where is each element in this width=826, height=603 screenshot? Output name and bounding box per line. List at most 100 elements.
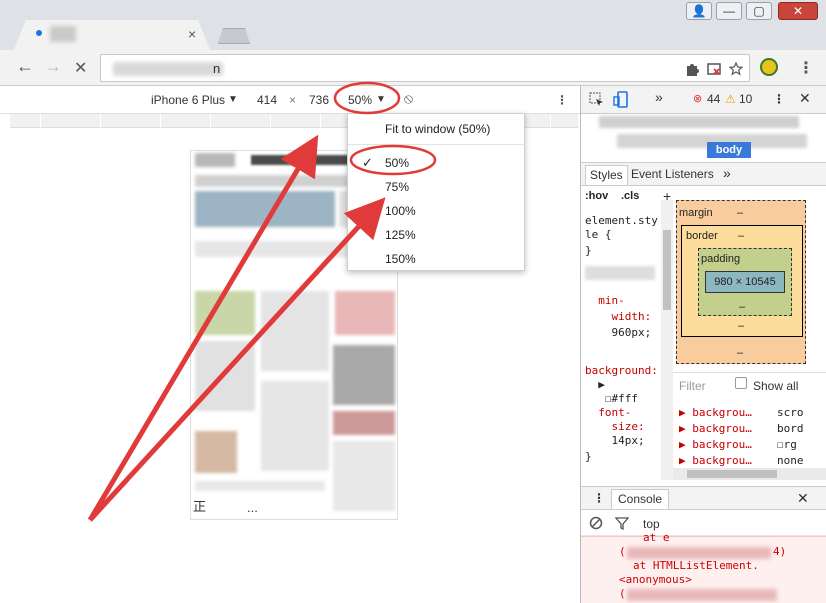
zoom-option-75[interactable]: 75% (385, 180, 409, 194)
drawer-close-icon[interactable]: ✕ (797, 490, 809, 507)
rotate-icon[interactable]: ⦸ (404, 90, 413, 107)
url-text: n (213, 61, 221, 76)
border-top-value: – (738, 230, 745, 242)
computed-filter-row: Filter Show all (673, 372, 826, 394)
close-window-button[interactable]: ✕ (778, 2, 818, 20)
devtools-menu-icon[interactable]: ⋮ (773, 92, 785, 106)
computed-filter-input[interactable]: Filter (679, 379, 706, 393)
cls-toggle[interactable]: .cls (621, 190, 639, 202)
console-error-message: at e ( 4) at HTMLListElement. <anonymous… (581, 531, 826, 603)
maximize-button[interactable]: ▢ (746, 2, 772, 20)
extension-badge-icon[interactable] (760, 58, 778, 76)
elements-tree[interactable] (581, 114, 826, 158)
devtools-close-icon[interactable]: ✕ (799, 90, 811, 107)
style-line: 14px; (585, 434, 645, 447)
computed-hscrollbar[interactable] (673, 468, 826, 480)
stop-button[interactable]: ✕ (74, 58, 87, 78)
computed-prop-value: ☐rg (777, 438, 797, 451)
filter-funnel-icon[interactable] (615, 516, 629, 530)
margin-bottom-value: – (737, 347, 744, 359)
computed-prop-value: scro (777, 406, 804, 419)
subtabs-more-icon[interactable]: » (723, 165, 731, 181)
console-toolbar: top (581, 510, 826, 536)
zoom-option-125[interactable]: 125% (385, 228, 416, 242)
style-line: le { (585, 228, 612, 241)
tab-console[interactable]: Console (611, 489, 670, 509)
console-line: at HTMLListElement. (633, 559, 759, 572)
box-model-diagram: margin – – border – – padding – 980 × 10… (676, 200, 816, 370)
checkmark-icon: ✓ (362, 155, 373, 170)
border-bottom-value: – (738, 320, 745, 332)
computed-prop-name[interactable]: ▶ backgrou… (679, 454, 752, 467)
tab-favicon-icon (36, 30, 42, 36)
styles-pane[interactable]: :hov .cls element.sty le { } min- width:… (581, 186, 673, 482)
show-all-checkbox[interactable] (735, 377, 747, 389)
box-model-margin[interactable]: margin – – border – – padding – 980 × 10… (676, 200, 806, 364)
zoom-select[interactable]: 50% (348, 93, 372, 107)
device-select[interactable]: iPhone 6 Plus (151, 93, 225, 107)
zoom-dropdown-icon[interactable]: ▼ (376, 94, 386, 105)
bookmark-star-icon[interactable] (729, 62, 743, 76)
console-line: ( (619, 545, 626, 558)
device-toolbar-more-icon[interactable]: ⋮ (556, 93, 568, 107)
computed-prop-value: bord (777, 422, 804, 435)
device-height-input[interactable]: 736 (309, 93, 329, 107)
phone-footer-text: 正 (193, 499, 207, 514)
padding-label: padding (701, 253, 741, 265)
zoom-option-150[interactable]: 150% (385, 252, 416, 266)
show-all-label: Show all (753, 379, 799, 393)
window-titlebar: × 👤 — ▢ ✕ (0, 0, 826, 50)
zoom-option-50[interactable]: 50% (385, 156, 409, 170)
new-tab-button[interactable] (218, 28, 250, 44)
error-count[interactable]: 44 (707, 92, 720, 106)
forward-button[interactable]: → (44, 56, 62, 77)
device-width-input[interactable]: 414 (257, 93, 277, 107)
warning-icon: ⚠ (725, 92, 736, 106)
more-panels-icon[interactable]: » (655, 89, 663, 105)
style-line: ▶ (585, 378, 605, 391)
device-toggle-icon[interactable] (613, 91, 629, 109)
browser-toolbar: ← → ✕ n ⋮ (0, 50, 826, 86)
clear-console-icon[interactable] (589, 516, 603, 530)
box-model-content-size[interactable]: 980 × 10545 (705, 271, 785, 293)
styles-scrollbar[interactable] (661, 200, 673, 480)
hov-toggle[interactable]: :hov (585, 190, 608, 202)
devtools-toolbar: » ⊗ 44 ⚠ 10 ⋮ ✕ (581, 86, 826, 114)
blocked-popup-icon[interactable] (707, 62, 721, 76)
console-drawer-header: ⋮ Console ✕ (581, 486, 826, 510)
browser-tab-active[interactable] (14, 20, 210, 50)
computed-prop-name[interactable]: ▶ backgrou… (679, 406, 752, 419)
browser-menu-icon[interactable]: ⋮ (798, 58, 814, 78)
body-breadcrumb[interactable]: body (707, 142, 751, 158)
dimension-times: × (289, 93, 297, 107)
zoom-option-100[interactable]: 100% (385, 204, 416, 218)
console-context-select[interactable]: top (643, 517, 660, 531)
computed-prop-name[interactable]: ▶ backgrou… (679, 438, 752, 451)
box-model-padding[interactable]: padding – 980 × 10545 (698, 248, 792, 316)
device-dropdown-icon[interactable]: ▼ (228, 94, 238, 105)
border-label: border (686, 230, 718, 242)
computed-prop-name[interactable]: ▶ backgrou… (679, 422, 752, 435)
zoom-option-fit[interactable]: Fit to window (50%) (385, 122, 490, 136)
padding-bottom-value: – (739, 301, 746, 313)
puzzle-extension-icon[interactable] (685, 62, 699, 76)
error-icon: ⊗ (693, 93, 703, 105)
warning-count[interactable]: 10 (739, 92, 752, 106)
drawer-menu-icon[interactable]: ⋮ (593, 491, 605, 505)
devtools-panel: » ⊗ 44 ⚠ 10 ⋮ ✕ body Styles Event Listen… (580, 86, 826, 603)
tab-event-listeners[interactable]: Event Listeners (631, 167, 714, 181)
console-line: at e (643, 531, 670, 544)
profile-button[interactable]: 👤 (686, 2, 712, 20)
style-line: background: (585, 364, 658, 377)
address-bar[interactable]: n (100, 54, 750, 82)
url-blurred (113, 62, 223, 76)
style-line: font- (585, 406, 632, 419)
style-line: size: (585, 420, 645, 433)
back-button[interactable]: ← (16, 56, 34, 77)
console-line: <anonymous> (619, 573, 692, 586)
tab-close-icon[interactable]: × (188, 26, 196, 42)
inspect-element-icon[interactable] (589, 92, 605, 108)
box-model-border[interactable]: border – – padding – 980 × 10545 (681, 225, 803, 337)
minimize-button[interactable]: — (716, 2, 742, 20)
tab-styles[interactable]: Styles (585, 165, 628, 185)
